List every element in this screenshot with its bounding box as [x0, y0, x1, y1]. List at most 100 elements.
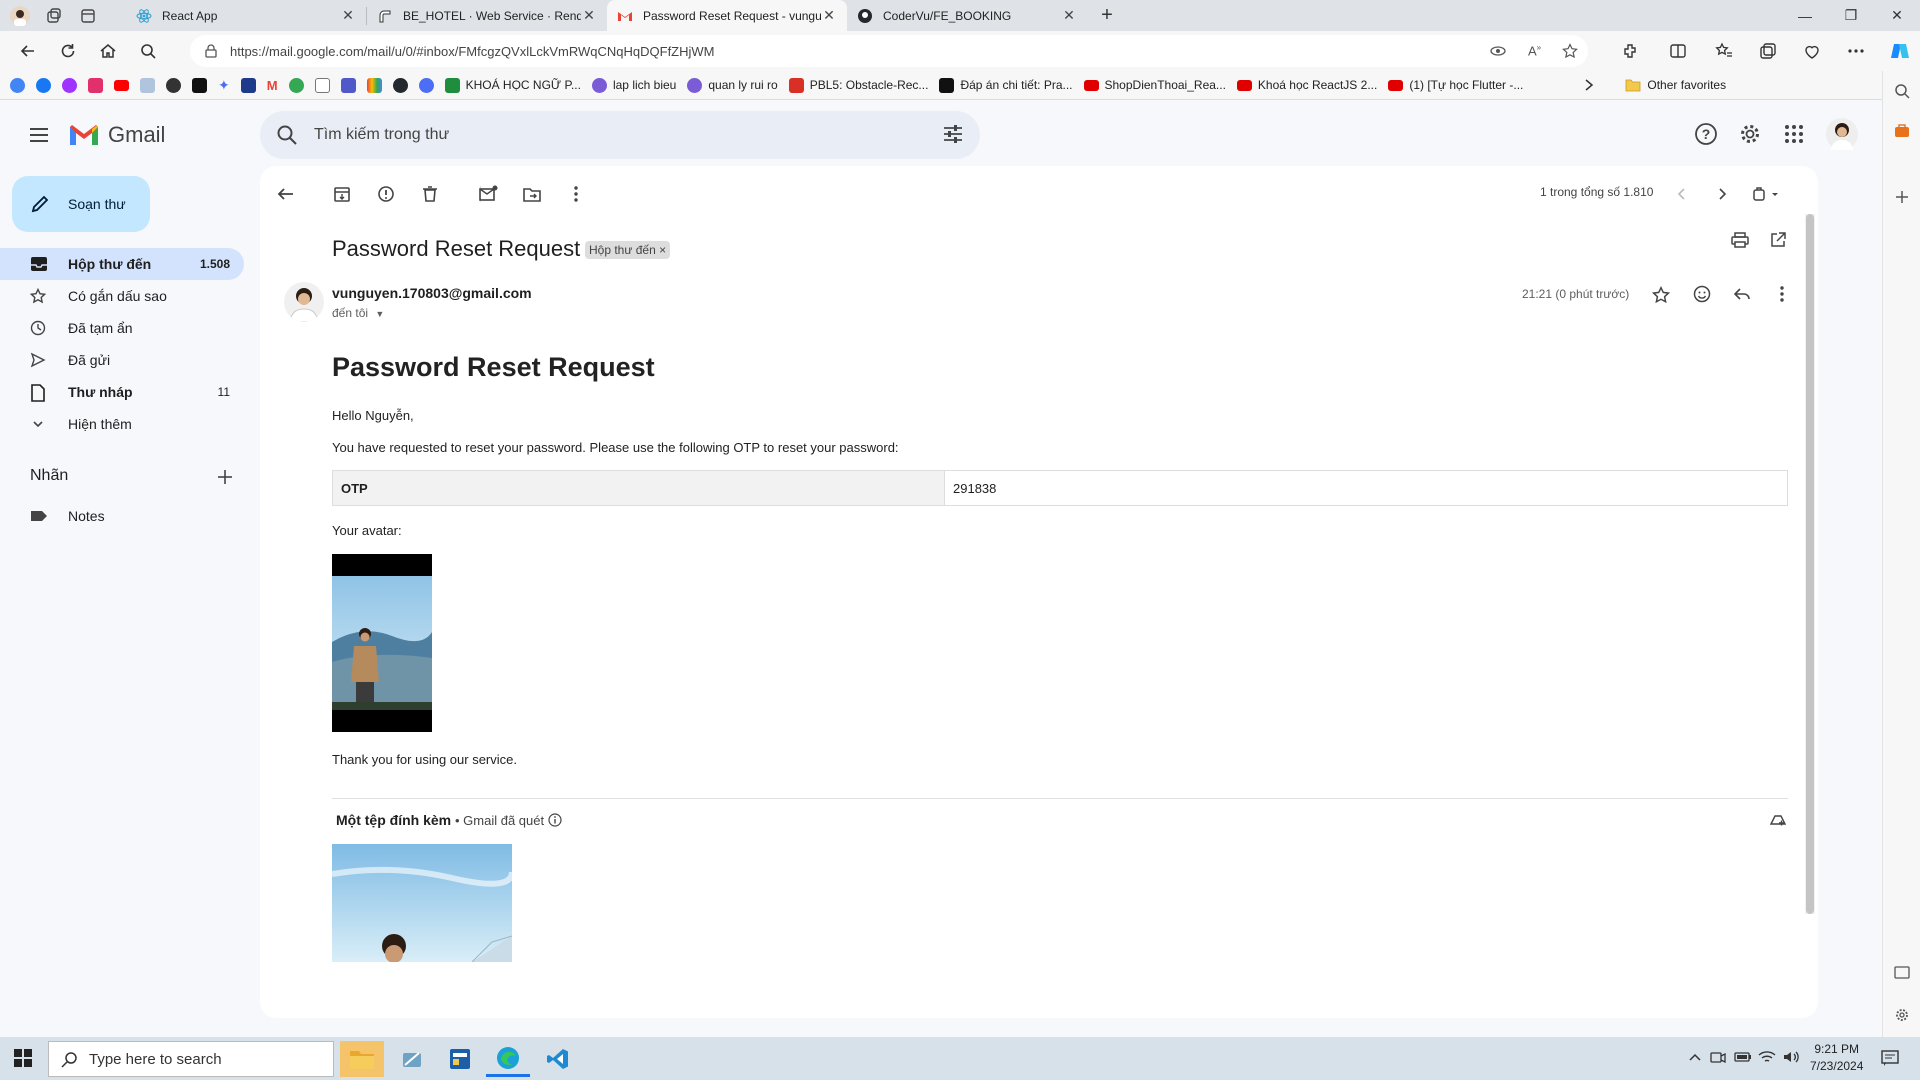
mark-unread-icon[interactable]	[478, 184, 498, 204]
nav-item-starred[interactable]: Có gắn dấu sao	[0, 280, 244, 312]
archive-icon[interactable]	[332, 184, 352, 204]
bookmark-icon[interactable]	[418, 77, 434, 93]
bookmark-item[interactable]: quan ly rui ro	[687, 77, 778, 93]
close-window-icon[interactable]: ✕	[1874, 0, 1920, 31]
close-tab-icon[interactable]: ✕	[581, 7, 597, 24]
volume-icon[interactable]	[1782, 1049, 1800, 1065]
bookmark-item[interactable]: lap lich bieu	[591, 77, 676, 93]
bookmark-item[interactable]: KHOÁ HỌC NGỮ P...	[444, 77, 581, 93]
settings-more-icon[interactable]	[1836, 31, 1876, 71]
shortcut-bookmark-icon[interactable]	[140, 77, 155, 93]
browser-tab-gmail[interactable]: Password Reset Request - vunguyen ✕	[607, 0, 847, 31]
scrollbar-thumb[interactable]	[1806, 214, 1814, 914]
search-icon[interactable]	[128, 31, 168, 71]
gemini-bookmark-icon[interactable]: ✦	[218, 77, 230, 94]
print-icon[interactable]	[1730, 230, 1750, 250]
lock-icon[interactable]	[204, 44, 218, 58]
info-icon[interactable]	[548, 813, 562, 827]
profile-avatar[interactable]	[6, 0, 34, 31]
gmail-bookmark-icon[interactable]: M	[267, 78, 278, 93]
browser-tab-render[interactable]: BE_HOTEL · Web Service · Render ✕	[367, 0, 607, 31]
save-to-drive-icon[interactable]	[1768, 810, 1788, 830]
copilot-icon[interactable]	[1880, 31, 1920, 71]
bookmark-item[interactable]: PBL5: Obstacle-Rec...	[788, 77, 928, 93]
windows-start-icon[interactable]	[14, 1049, 32, 1067]
open-new-window-icon[interactable]	[1768, 230, 1788, 250]
battery-icon[interactable]	[1734, 1049, 1752, 1065]
add-label-icon[interactable]	[216, 468, 234, 486]
github-bookmark-icon[interactable]	[392, 77, 408, 93]
google-bookmark-icon[interactable]	[10, 77, 25, 93]
youtube-bookmark-icon[interactable]	[114, 79, 129, 91]
star-icon[interactable]	[1652, 286, 1672, 306]
instagram-bookmark-icon[interactable]	[88, 77, 103, 93]
restore-icon[interactable]: ❐	[1828, 0, 1874, 31]
google-apps-icon[interactable]	[1782, 122, 1806, 146]
app-icon[interactable]	[438, 1041, 482, 1077]
tools-icon[interactable]	[1894, 123, 1912, 141]
older-chevron-icon[interactable]	[1712, 184, 1732, 204]
browser-tab-react-app[interactable]: React App ✕	[126, 0, 366, 31]
search-icon[interactable]	[276, 124, 298, 146]
sender-email[interactable]: vunguyen.170803@gmail.com	[332, 285, 532, 301]
chat-bookmark-icon[interactable]	[192, 77, 207, 93]
minimize-icon[interactable]: —	[1782, 0, 1828, 31]
tab-actions-icon[interactable]	[74, 0, 102, 31]
favorites-icon[interactable]	[1704, 31, 1744, 71]
remove-label-icon[interactable]: ×	[659, 243, 666, 257]
new-tab-icon[interactable]: +	[1093, 0, 1121, 31]
newer-chevron-icon[interactable]	[1672, 184, 1692, 204]
compose-button[interactable]: Soạn thư	[12, 176, 150, 232]
show-hidden-icons-icon[interactable]	[1688, 1050, 1702, 1064]
file-explorer-icon[interactable]	[340, 1041, 384, 1077]
collections-icon[interactable]	[1748, 31, 1788, 71]
back-to-inbox-icon[interactable]	[276, 184, 296, 204]
back-icon[interactable]	[8, 31, 48, 71]
bookmarks-overflow-icon[interactable]	[1584, 79, 1594, 91]
recipient-toggle[interactable]: đến tôi ▼	[332, 306, 384, 320]
edge-browser-icon[interactable]	[486, 1041, 530, 1077]
message-more-icon[interactable]	[1772, 284, 1792, 304]
nav-item-more[interactable]: Hiện thêm	[0, 408, 244, 440]
bookmark-item[interactable]: Đáp án chi tiết: Pra...	[939, 77, 1073, 93]
apps-bookmark-icon[interactable]	[366, 77, 382, 93]
sender-avatar[interactable]	[284, 282, 324, 322]
report-spam-icon[interactable]	[376, 184, 396, 204]
facebook-bookmark-icon[interactable]	[36, 77, 51, 93]
account-avatar[interactable]	[1826, 118, 1858, 150]
refresh-icon[interactable]	[48, 31, 88, 71]
vscode-icon[interactable]	[536, 1041, 580, 1077]
workspaces-icon[interactable]	[40, 0, 68, 31]
app-icon[interactable]	[390, 1041, 434, 1077]
more-options-icon[interactable]	[566, 184, 586, 204]
bookmark-item[interactable]: (1) [Tự học Flutter -...	[1388, 78, 1523, 92]
bookmark-icon[interactable]	[240, 77, 256, 93]
label-chip[interactable]: Hộp thư đến ×	[585, 241, 671, 259]
browser-tab-github[interactable]: CoderVu/FE_BOOKING ✕	[847, 0, 1087, 31]
home-icon[interactable]	[88, 31, 128, 71]
teams-bookmark-icon[interactable]	[340, 77, 356, 93]
close-tab-icon[interactable]: ✕	[821, 7, 837, 24]
other-favorites[interactable]: Other favorites	[1625, 78, 1726, 92]
label-item-notes[interactable]: Notes	[0, 500, 244, 532]
attachment-thumbnail[interactable]	[332, 844, 512, 962]
delete-icon[interactable]	[420, 184, 440, 204]
bookmark-item[interactable]: ShopDienThoai_Rea...	[1083, 78, 1226, 92]
split-screen-icon[interactable]	[1658, 31, 1698, 71]
taskbar-clock[interactable]: 9:21 PM 7/23/2024	[1810, 1041, 1863, 1075]
screenshot-icon[interactable]	[1894, 965, 1912, 983]
openai-bookmark-icon[interactable]	[166, 77, 181, 93]
favorite-star-icon[interactable]	[1562, 43, 1578, 59]
browser-essentials-icon[interactable]	[1792, 31, 1832, 71]
gmail-logo[interactable]: Gmail	[68, 122, 165, 148]
sheet-bookmark-icon[interactable]	[314, 77, 330, 93]
reply-icon[interactable]	[1732, 284, 1752, 304]
taskbar-search-input[interactable]: Type here to search	[48, 1041, 334, 1077]
main-menu-icon[interactable]	[28, 126, 50, 144]
add-icon[interactable]	[1894, 189, 1912, 207]
tracking-prevention-icon[interactable]	[1490, 43, 1506, 59]
meet-icon[interactable]	[1710, 1049, 1726, 1065]
address-bar[interactable]: https://mail.google.com/mail/u/0/#inbox/…	[190, 35, 1588, 67]
input-tools-icon[interactable]	[1750, 184, 1784, 204]
close-tab-icon[interactable]: ✕	[340, 7, 356, 24]
